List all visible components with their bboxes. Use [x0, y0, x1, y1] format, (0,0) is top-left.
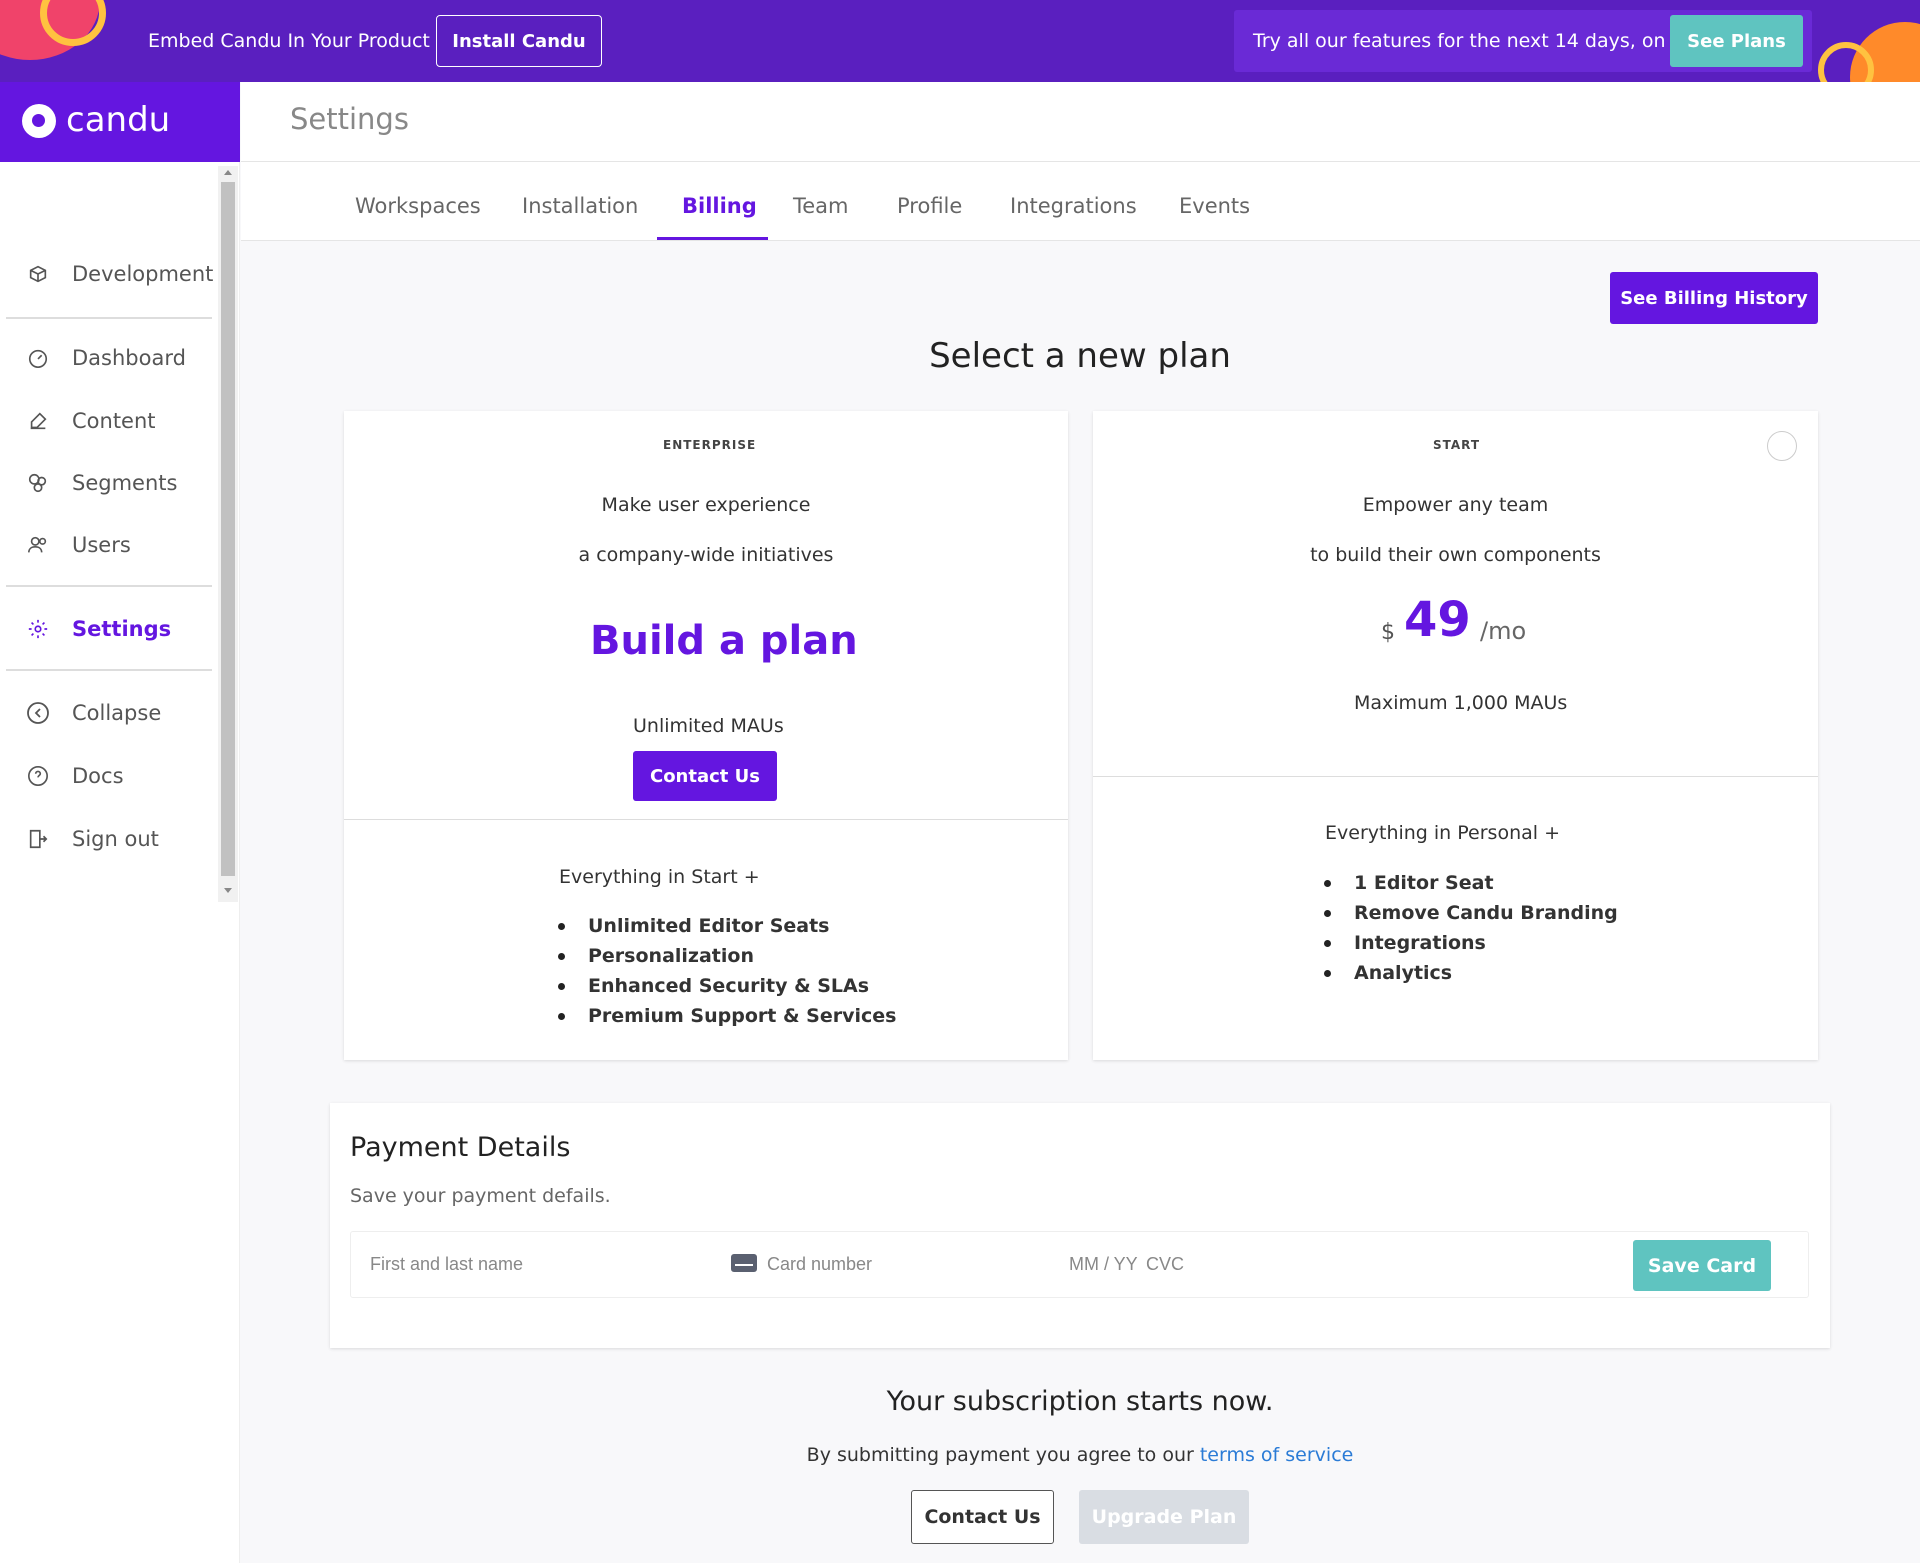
- name-field[interactable]: [370, 1249, 700, 1279]
- build-plan-headline: Build a plan: [590, 618, 858, 664]
- tab-workspaces[interactable]: Workspaces: [355, 194, 481, 218]
- list-item: Analytics: [1324, 958, 1618, 988]
- sign-out-icon: [24, 825, 52, 853]
- active-tab-indicator: [657, 237, 768, 240]
- price-currency: $: [1381, 620, 1395, 645]
- page-title: Settings: [290, 102, 409, 136]
- contact-us-button[interactable]: Contact Us: [633, 751, 777, 801]
- plan-includes: Everything in Personal +: [1325, 822, 1560, 844]
- card-divider: [1093, 776, 1818, 777]
- sidebar-scrollbar[interactable]: [218, 166, 238, 902]
- tab-installation[interactable]: Installation: [522, 194, 638, 218]
- list-item: Personalization: [558, 941, 896, 971]
- sidebar-divider: [6, 317, 212, 319]
- list-item: Premium Support & Services: [558, 1001, 896, 1031]
- plan-select-radio[interactable]: [1767, 431, 1797, 461]
- select-plan-title: Select a new plan: [929, 336, 1231, 376]
- payment-title: Payment Details: [350, 1132, 571, 1163]
- plan-description: a company-wide initiatives: [578, 544, 834, 566]
- feature-list: Unlimited Editor Seats Personalization E…: [558, 911, 896, 1031]
- sidebar-divider: [6, 669, 212, 671]
- tab-team[interactable]: Team: [793, 194, 849, 218]
- plan-label: START: [1433, 438, 1481, 452]
- sidebar-item-content[interactable]: Content: [24, 403, 156, 439]
- sidebar-item-label: Docs: [72, 764, 124, 788]
- agree-prefix: By submitting payment you agree to our: [806, 1444, 1200, 1466]
- users-icon: [24, 531, 52, 559]
- plan-description: to build their own components: [1310, 544, 1601, 566]
- edit-icon: [24, 407, 52, 435]
- sidebar-item-docs[interactable]: Docs: [24, 758, 124, 794]
- list-item: 1 Editor Seat: [1324, 868, 1618, 898]
- payment-subtitle: Save your payment defails.: [350, 1185, 611, 1207]
- sidebar-item-label: Sign out: [72, 827, 159, 851]
- scroll-up-icon[interactable]: [224, 170, 232, 175]
- gear-icon: [24, 615, 52, 643]
- sidebar-item-collapse[interactable]: Collapse: [24, 695, 161, 731]
- terms-of-service-link[interactable]: terms of service: [1200, 1444, 1353, 1466]
- credit-card-icon: [731, 1254, 757, 1272]
- save-card-button[interactable]: Save Card: [1633, 1240, 1771, 1291]
- contact-us-button[interactable]: Contact Us: [911, 1490, 1054, 1544]
- tab-events[interactable]: Events: [1179, 194, 1250, 218]
- tab-profile[interactable]: Profile: [897, 194, 962, 218]
- feature-list: 1 Editor Seat Remove Candu Branding Inte…: [1324, 868, 1618, 988]
- sidebar-item-settings[interactable]: Settings: [24, 611, 171, 647]
- card-number-field[interactable]: [767, 1249, 1037, 1279]
- see-plans-button[interactable]: See Plans: [1670, 15, 1803, 67]
- sidebar-item-label: Development: [72, 262, 214, 286]
- card-divider: [344, 819, 1068, 820]
- sidebar-item-segments[interactable]: Segments: [24, 465, 177, 501]
- scroll-down-icon[interactable]: [224, 888, 232, 893]
- banner-embed-text: Embed Candu In Your Product: [148, 30, 430, 52]
- sidebar-item-sign-out[interactable]: Sign out: [24, 821, 159, 857]
- expiry-field[interactable]: [1069, 1249, 1143, 1279]
- sidebar-item-users[interactable]: Users: [24, 527, 131, 563]
- price-period: /mo: [1480, 617, 1527, 645]
- chevron-left-icon: [24, 699, 52, 727]
- cvc-field[interactable]: [1146, 1249, 1216, 1279]
- candu-logo-icon[interactable]: [22, 104, 56, 138]
- list-item: Remove Candu Branding: [1324, 898, 1618, 928]
- plan-mau: Unlimited MAUs: [633, 715, 784, 737]
- tab-billing[interactable]: Billing: [682, 194, 757, 218]
- sidebar-item-development[interactable]: Development: [24, 256, 213, 292]
- list-item: Integrations: [1324, 928, 1618, 958]
- segments-icon: [24, 469, 52, 497]
- terms-agreement: By submitting payment you agree to our t…: [0, 1444, 1920, 1466]
- plan-mau: Maximum 1,000 MAUs: [1354, 692, 1568, 714]
- sidebar-item-label: Collapse: [72, 701, 162, 725]
- install-candu-button[interactable]: Install Candu: [436, 15, 602, 67]
- scrollbar-thumb[interactable]: [221, 182, 235, 876]
- help-icon: [24, 762, 52, 790]
- tab-integrations[interactable]: Integrations: [1010, 194, 1137, 218]
- see-billing-history-button[interactable]: See Billing History: [1610, 272, 1818, 324]
- plan-description: Empower any team: [1362, 494, 1549, 516]
- cube-icon: [24, 260, 52, 288]
- sidebar-item-label: Settings: [72, 617, 172, 641]
- plan-label: ENTERPRISE: [663, 438, 757, 452]
- plan-description: Make user experience: [601, 494, 811, 516]
- subscription-starts-text: Your subscription starts now.: [886, 1386, 1274, 1417]
- plan-includes: Everything in Start +: [559, 866, 760, 888]
- sidebar-item-label: Content: [72, 409, 156, 433]
- list-item: Unlimited Editor Seats: [558, 911, 896, 941]
- trial-text: Try all our features for the next 14 day…: [1253, 30, 1700, 52]
- price-value: 49: [1404, 592, 1471, 648]
- upgrade-plan-button[interactable]: Upgrade Plan: [1079, 1490, 1249, 1544]
- page-header: [241, 82, 1920, 162]
- list-item: Enhanced Security & SLAs: [558, 971, 896, 1001]
- brand-name[interactable]: candu: [66, 100, 170, 140]
- sidebar-divider: [6, 585, 212, 587]
- sidebar-item-label: Segments: [72, 471, 178, 495]
- sidebar-item-label: Users: [72, 533, 131, 557]
